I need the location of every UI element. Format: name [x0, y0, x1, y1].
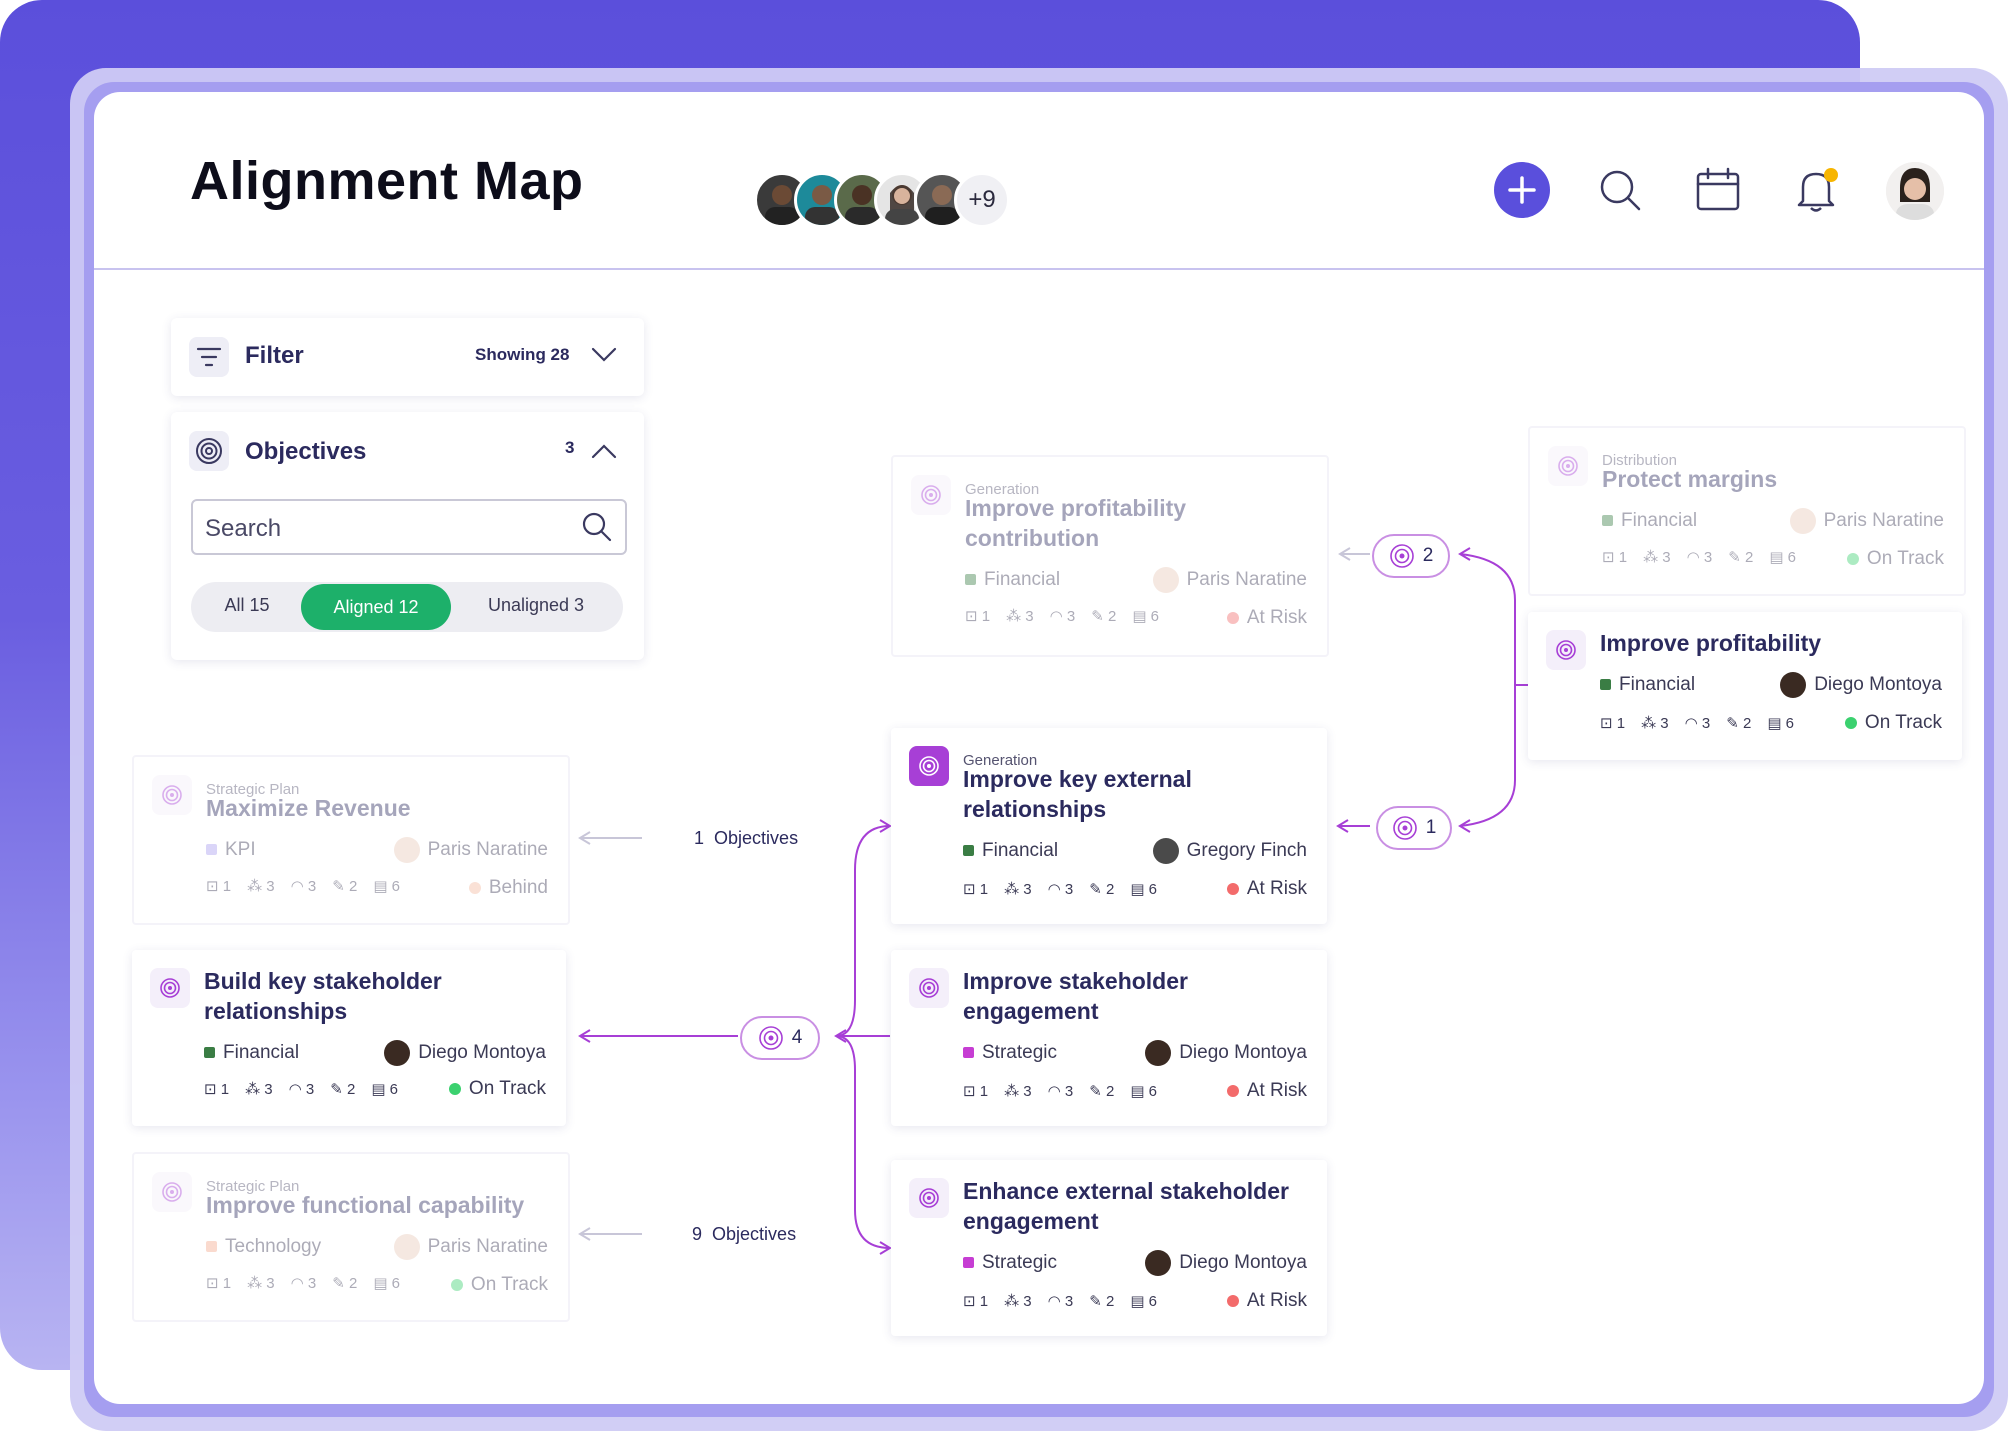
badge-count: 1: [1425, 817, 1437, 838]
card-title: Enhance external stakeholder engagement: [963, 1178, 1289, 1234]
card-metrics: ⊡ 1 ⁂ 3 ◠ 3 ✎ 2 ▤ 6: [963, 881, 1157, 898]
card-title: Improve profitability: [1600, 630, 1822, 656]
card-owner: Diego Montoya: [1780, 672, 1942, 698]
card-tag: Technology: [206, 1236, 321, 1258]
card-title: Improve key external relationships: [963, 766, 1192, 822]
card-title: Improve profitability contribution: [965, 495, 1187, 551]
card-tag: Financial: [1602, 510, 1697, 532]
objective-card-improve-profitability[interactable]: Improve profitability Financial Diego Mo…: [1528, 612, 1962, 760]
card-owner: Gregory Finch: [1152, 838, 1307, 864]
card-owner: Diego Montoya: [384, 1040, 546, 1066]
target-icon: [1546, 630, 1586, 670]
card-metrics: ⊡ 1 ⁂ 3 ◠ 3 ✎ 2 ▤ 6: [963, 1293, 1157, 1310]
card-owner: Paris Naratine: [393, 837, 548, 863]
search-placeholder: Search: [205, 515, 282, 542]
status-badge: On Track: [1844, 712, 1942, 734]
card-title: Build key stakeholder relationships: [204, 968, 442, 1024]
alignment-count-badge[interactable]: 2: [1372, 534, 1450, 578]
card-metrics: ⊡ 1 ⁂ 3 ◠ 3 ✎ 2 ▤ 6: [1602, 549, 1796, 566]
card-metrics: ⊡ 1 ⁂ 3 ◠ 3 ✎ 2 ▤ 6: [963, 1083, 1157, 1100]
filter-icon: [189, 337, 229, 377]
card-metrics: ⊡ 1 ⁂ 3 ◠ 3 ✎ 2 ▤ 6: [965, 608, 1159, 625]
card-tag: Financial: [1600, 674, 1695, 696]
objectives-count-link[interactable]: 1 Objectives: [694, 828, 798, 849]
filter-panel[interactable]: Filter Showing 28: [171, 318, 644, 396]
target-icon: [152, 775, 192, 815]
alignment-count-badge[interactable]: 1: [1376, 806, 1452, 850]
showing-count: Showing 28: [475, 345, 570, 364]
objective-card-improve-stakeholder-engagement[interactable]: Improve stakeholder engagement Strategic …: [891, 950, 1327, 1126]
search-input[interactable]: Search: [191, 499, 627, 555]
objectives-label: Objectives: [245, 438, 367, 465]
filter-label: Filter: [245, 342, 304, 369]
card-owner: Paris Naratine: [1789, 508, 1944, 534]
alignment-count-badge[interactable]: 4: [740, 1016, 820, 1060]
target-icon: [1548, 446, 1588, 486]
segment-unaligned[interactable]: Unaligned 3: [461, 595, 611, 616]
objective-card-build-key-stakeholder-relationships[interactable]: Build key stakeholder relationships Finan…: [132, 950, 566, 1126]
card-owner: Diego Montoya: [1145, 1040, 1307, 1066]
card-tag: Financial: [965, 569, 1060, 591]
card-tag: KPI: [206, 839, 256, 861]
card-owner: Diego Montoya: [1145, 1250, 1307, 1276]
search-icon: [582, 512, 612, 542]
status-badge: Behind: [468, 877, 548, 899]
target-icon: [1392, 816, 1417, 840]
card-owner: Paris Naratine: [393, 1234, 548, 1260]
objectives-panel: Objectives 3 Search All 15 Aligned 12 Un…: [171, 412, 644, 660]
objectives-count: 3: [565, 438, 575, 457]
status-badge: At Risk: [1226, 607, 1307, 629]
card-owner: Paris Naratine: [1152, 567, 1307, 593]
card-metrics: ⊡ 1 ⁂ 3 ◠ 3 ✎ 2 ▤ 6: [206, 1275, 400, 1292]
target-icon: [1389, 544, 1414, 568]
objective-card-enhance-external-stakeholder-engagement[interactable]: Enhance external stakeholder engagement S…: [891, 1160, 1327, 1336]
objective-card-maximize-revenue[interactable]: Strategic Plan Maximize Revenue KPI Pari…: [132, 755, 570, 925]
card-title: Improve functional capability: [206, 1192, 525, 1218]
status-badge: On Track: [448, 1078, 546, 1100]
target-icon: [150, 968, 190, 1008]
card-metrics: ⊡ 1 ⁂ 3 ◠ 3 ✎ 2 ▤ 6: [1600, 715, 1794, 732]
status-badge: At Risk: [1226, 1080, 1307, 1102]
status-badge: At Risk: [1226, 1290, 1307, 1312]
chevron-down-icon[interactable]: [591, 346, 617, 364]
objective-card-improve-profitability-contribution[interactable]: Generation Improve profitability contribu…: [891, 455, 1329, 657]
status-badge: On Track: [1846, 548, 1944, 570]
status-badge: On Track: [450, 1274, 548, 1296]
card-title: Improve stakeholder engagement: [963, 968, 1188, 1024]
target-icon: [189, 431, 229, 471]
badge-count: 4: [791, 1027, 803, 1048]
objective-card-protect-margins[interactable]: Distribution Protect margins Financial P…: [1528, 426, 1966, 596]
target-icon: [909, 1178, 949, 1218]
objective-card-improve-functional-capability[interactable]: Strategic Plan Improve functional capabi…: [132, 1152, 570, 1322]
status-badge: At Risk: [1226, 878, 1307, 900]
card-tag: Financial: [204, 1042, 299, 1064]
alignment-segmented-control: All 15 Aligned 12 Unaligned 3: [191, 582, 623, 632]
objective-card-improve-key-external-relationships[interactable]: Generation Improve key external relations…: [891, 728, 1327, 924]
card-tag: Strategic: [963, 1252, 1057, 1274]
target-icon: [758, 1026, 783, 1050]
segment-aligned[interactable]: Aligned 12: [301, 584, 451, 630]
card-tag: Financial: [963, 840, 1058, 862]
card-title: Maximize Revenue: [206, 795, 411, 821]
card-metrics: ⊡ 1 ⁂ 3 ◠ 3 ✎ 2 ▤ 6: [206, 878, 400, 895]
badge-count: 2: [1422, 545, 1434, 566]
card-title: Protect margins: [1602, 466, 1778, 492]
card-tag: Strategic: [963, 1042, 1057, 1064]
target-icon: [911, 475, 951, 515]
segment-all[interactable]: All 15: [201, 595, 293, 616]
chevron-up-icon[interactable]: [591, 442, 617, 460]
target-icon: [909, 968, 949, 1008]
target-icon: [152, 1172, 192, 1212]
card-metrics: ⊡ 1 ⁂ 3 ◠ 3 ✎ 2 ▤ 6: [204, 1081, 398, 1098]
target-icon: [909, 746, 949, 786]
objectives-count-link[interactable]: 9 Objectives: [692, 1224, 796, 1245]
